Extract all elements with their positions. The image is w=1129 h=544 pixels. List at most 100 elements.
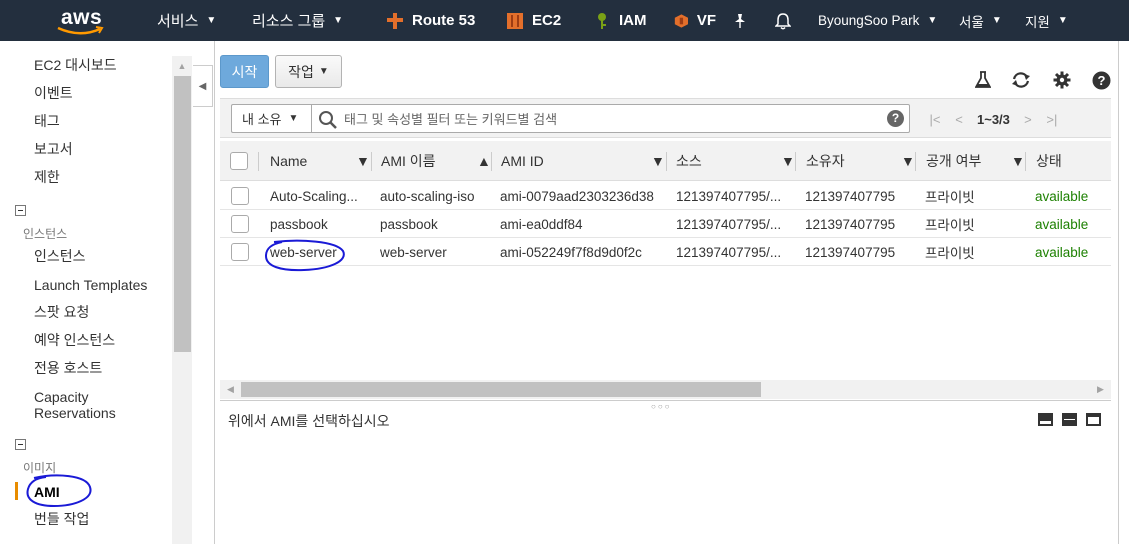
iam-shortcut[interactable]: IAM bbox=[593, 0, 647, 41]
notifications-button[interactable] bbox=[775, 0, 791, 41]
table-scroll-thumb[interactable] bbox=[241, 382, 761, 397]
layout-full-pane-icon[interactable] bbox=[1086, 413, 1101, 426]
refresh-icon[interactable] bbox=[1011, 70, 1031, 90]
row-checkbox[interactable] bbox=[231, 215, 249, 233]
sidebar-scroll-thumb[interactable] bbox=[174, 76, 191, 352]
user-name: ByoungSoo Park bbox=[818, 13, 920, 28]
collapse-images-toggle[interactable] bbox=[15, 439, 26, 450]
user-menu[interactable]: ByoungSoo Park ▼ bbox=[818, 0, 937, 41]
column-header-name[interactable]: Name bbox=[270, 141, 307, 181]
column-header-status[interactable]: 상태 bbox=[1036, 141, 1062, 181]
filter-bar: 내 소유 ▼ ? |< < 1~3/3 > >| bbox=[220, 98, 1111, 138]
pagination: |< < 1~3/3 > >| bbox=[923, 109, 1064, 129]
cell-source: 121397407795/... bbox=[676, 216, 782, 232]
sidebar-item-instances[interactable]: 인스턴스 bbox=[34, 248, 86, 264]
cell-owner: 121397407795 bbox=[805, 244, 896, 260]
column-header-visibility[interactable]: 공개 여부 bbox=[926, 141, 981, 181]
resource-groups-menu[interactable]: 리소스 그룹 ▼ bbox=[252, 0, 343, 41]
aws-smile-icon bbox=[57, 26, 104, 35]
sidebar-item-dedicated-hosts[interactable]: 전용 호스트 bbox=[34, 360, 102, 376]
column-header-name-label: Name bbox=[270, 153, 308, 169]
scroll-right-arrow-icon[interactable]: ▶ bbox=[1092, 380, 1109, 399]
sidebar-item-launch-templates[interactable]: Launch Templates bbox=[34, 277, 147, 293]
sidebar-item-capacity-reservations[interactable]: Capacity Reservations bbox=[34, 389, 116, 421]
sidebar-item-ec2-dashboard[interactable]: EC2 대시보드 bbox=[34, 57, 117, 73]
sidebar-item-limits[interactable]: 제한 bbox=[34, 169, 60, 185]
sort-down-icon[interactable]: ▼ bbox=[651, 141, 665, 181]
layout-split-pane-icon[interactable] bbox=[1062, 413, 1077, 426]
bell-icon bbox=[775, 12, 791, 29]
collapse-instances-toggle[interactable] bbox=[15, 205, 26, 216]
sort-down-icon[interactable]: ▼ bbox=[356, 141, 370, 181]
row-checkbox[interactable] bbox=[231, 243, 249, 261]
pin-button[interactable] bbox=[733, 0, 747, 41]
ec2-shortcut[interactable]: EC2 bbox=[506, 0, 561, 41]
capacity-label-line2: Reservations bbox=[34, 405, 116, 421]
vpc-shortcut[interactable]: VF bbox=[674, 0, 716, 41]
route53-label: Route 53 bbox=[412, 12, 476, 29]
sort-down-icon[interactable]: ▼ bbox=[781, 141, 795, 181]
help-circle-icon[interactable]: ? bbox=[1091, 70, 1111, 90]
scroll-up-arrow-icon[interactable]: ▲ bbox=[172, 58, 192, 74]
column-header-ami-name[interactable]: AMI 이름 bbox=[381, 141, 436, 181]
actions-button[interactable]: 작업 ▼ bbox=[275, 55, 342, 88]
flask-icon[interactable] bbox=[973, 70, 993, 90]
sidebar-item-reports[interactable]: 보고서 bbox=[34, 141, 73, 157]
collapse-sidebar-button[interactable]: ◀ bbox=[193, 65, 213, 107]
services-menu[interactable]: 서비스 ▼ bbox=[157, 0, 216, 41]
column-header-source[interactable]: 소스 bbox=[676, 141, 702, 181]
search-box[interactable]: ? bbox=[311, 104, 910, 133]
last-page-icon[interactable]: >| bbox=[1040, 112, 1064, 127]
gear-icon[interactable] bbox=[1052, 70, 1072, 90]
launch-button[interactable]: 시작 bbox=[220, 55, 269, 88]
sidebar-item-tags[interactable]: 태그 bbox=[34, 113, 60, 129]
cell-ami-id: ami-052249f7f8d9d0f2c bbox=[500, 244, 642, 260]
splitter-grip-icon[interactable]: ○○○ bbox=[651, 402, 672, 411]
cell-visibility: 프라이빗 bbox=[925, 190, 975, 205]
route53-shortcut[interactable]: Route 53 bbox=[386, 0, 475, 41]
cell-visibility: 프라이빗 bbox=[925, 218, 975, 233]
sidebar-item-spot-requests[interactable]: 스팟 요청 bbox=[34, 304, 89, 320]
detail-pane-message: 위에서 AMI를 선택하십시오 bbox=[228, 413, 390, 429]
region-label: 서울 bbox=[959, 14, 984, 30]
owner-filter-value: 내 소유 bbox=[242, 112, 282, 127]
select-all-checkbox[interactable] bbox=[230, 152, 248, 170]
column-header-owner[interactable]: 소유자 bbox=[806, 141, 845, 181]
cell-ami-name: web-server bbox=[380, 244, 447, 260]
column-header-ami-id[interactable]: AMI ID bbox=[501, 141, 544, 181]
next-page-icon[interactable]: > bbox=[1016, 112, 1040, 127]
cell-source: 121397407795/... bbox=[676, 188, 782, 204]
sidebar-item-ami[interactable]: AMI bbox=[34, 484, 60, 500]
sidebar-item-reserved-instances[interactable]: 예약 인스턴스 bbox=[34, 332, 115, 348]
region-menu[interactable]: 서울 ▼ bbox=[959, 0, 1002, 41]
table-row[interactable]: Auto-Scaling... auto-scaling-iso ami-007… bbox=[220, 182, 1111, 210]
pin-icon bbox=[735, 13, 745, 28]
search-help-icon[interactable]: ? bbox=[887, 110, 904, 127]
cell-name: web-server bbox=[270, 244, 337, 260]
column-header-visibility-label: 공개 여부 bbox=[926, 153, 982, 169]
first-page-icon[interactable]: |< bbox=[923, 112, 947, 127]
route53-icon bbox=[387, 12, 403, 29]
sidebar-item-events[interactable]: 이벤트 bbox=[34, 85, 73, 101]
sort-down-icon[interactable]: ▼ bbox=[901, 141, 915, 181]
aws-logo[interactable]: aws bbox=[52, 5, 112, 37]
row-checkbox[interactable] bbox=[231, 187, 249, 205]
column-separator bbox=[915, 152, 916, 171]
ami-table-header: Name ▼ AMI 이름 ▲ AMI ID ▼ 소스 ▼ 소유자 ▼ 공개 여… bbox=[220, 141, 1111, 181]
cell-ami-id: ami-0079aad2303236d38 bbox=[500, 188, 654, 204]
sort-down-icon[interactable]: ▼ bbox=[1011, 141, 1025, 181]
owner-filter-select[interactable]: 내 소유 ▼ bbox=[231, 104, 311, 133]
table-row[interactable]: passbook passbook ami-ea0ddf84 121397407… bbox=[220, 210, 1111, 238]
column-header-ami-name-label: AMI 이름 bbox=[381, 153, 436, 169]
sidebar-item-bundle-tasks[interactable]: 번들 작업 bbox=[34, 511, 89, 527]
prev-page-icon[interactable]: < bbox=[947, 112, 971, 127]
support-menu[interactable]: 지원 ▼ bbox=[1025, 0, 1068, 41]
pane-splitter[interactable] bbox=[220, 400, 1111, 401]
table-row[interactable]: web-server web-server ami-052249f7f8d9d0… bbox=[220, 238, 1111, 266]
services-menu-label: 서비스 bbox=[157, 13, 199, 30]
scroll-left-arrow-icon[interactable]: ◀ bbox=[222, 380, 239, 399]
layout-bottom-pane-icon[interactable] bbox=[1038, 413, 1053, 426]
search-input[interactable] bbox=[344, 109, 874, 129]
table-horizontal-scrollbar[interactable]: ◀ ▶ bbox=[220, 380, 1111, 399]
sort-up-icon[interactable]: ▲ bbox=[477, 141, 491, 181]
